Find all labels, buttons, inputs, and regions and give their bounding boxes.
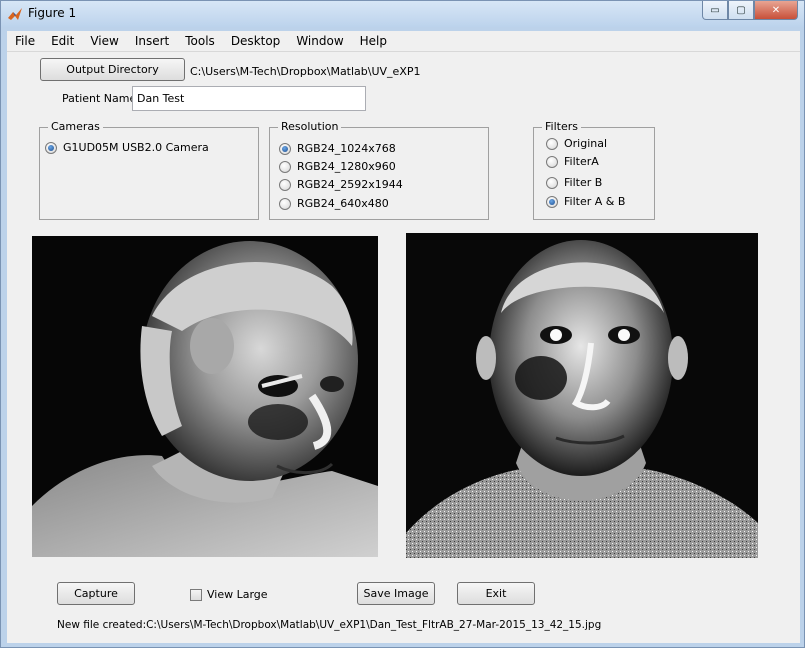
menu-file[interactable]: File xyxy=(7,31,43,52)
maximize-icon: ▢ xyxy=(736,4,746,16)
checkbox-box[interactable] xyxy=(190,588,202,601)
patient-name-label: Patient Name xyxy=(62,92,137,105)
filter-option-b[interactable]: Filter B xyxy=(546,176,602,189)
left-face-photo xyxy=(32,236,378,557)
exit-button[interactable]: Exit xyxy=(457,582,535,605)
capture-button[interactable]: Capture xyxy=(57,582,135,605)
window-controls: ▭ ▢ ✕ xyxy=(702,1,798,21)
radio-button[interactable] xyxy=(546,176,558,189)
figure-window: Figure 1 ▭ ▢ ✕ File Edit View Insert Too… xyxy=(0,0,805,648)
resolution-option-640x480[interactable]: RGB24_640x480 xyxy=(279,197,389,210)
camera-option-g1ud05m[interactable]: G1UD05M USB2.0 Camera xyxy=(45,141,209,154)
resolution-option-label: RGB24_2592x1944 xyxy=(297,178,403,191)
radio-button[interactable] xyxy=(546,137,558,150)
resolution-option-2592x1944[interactable]: RGB24_2592x1944 xyxy=(279,178,403,191)
filtered-image-panel xyxy=(406,233,758,558)
menu-bar: File Edit View Insert Tools Desktop Wind… xyxy=(7,31,800,52)
save-image-button[interactable]: Save Image xyxy=(357,582,435,605)
filter-option-label: Original xyxy=(564,137,608,150)
menu-edit[interactable]: Edit xyxy=(43,31,82,52)
matlab-logo-icon xyxy=(8,8,22,20)
radio-button[interactable] xyxy=(279,160,291,173)
resolution-option-label: RGB24_1280x960 xyxy=(297,160,396,173)
filters-group: Filters Original FilterA Filter B Filter… xyxy=(533,120,655,220)
menu-tools[interactable]: Tools xyxy=(177,31,223,52)
radio-button[interactable] xyxy=(279,197,291,210)
minimize-button[interactable]: ▭ xyxy=(702,1,728,20)
menu-insert[interactable]: Insert xyxy=(127,31,177,52)
original-image-panel xyxy=(32,236,378,557)
output-path-text: C:\Users\M-Tech\Dropbox\Matlab\UV_eXP1 xyxy=(190,65,421,78)
output-directory-button[interactable]: Output Directory xyxy=(40,58,185,81)
cameras-group: Cameras G1UD05M USB2.0 Camera xyxy=(39,120,259,220)
filter-option-a[interactable]: FilterA xyxy=(546,155,599,168)
camera-option-label: G1UD05M USB2.0 Camera xyxy=(63,141,209,154)
resolution-group: Resolution RGB24_1024x768 RGB24_1280x960… xyxy=(269,120,489,220)
radio-button[interactable] xyxy=(279,142,291,155)
close-icon: ✕ xyxy=(771,4,781,16)
resolution-option-label: RGB24_1024x768 xyxy=(297,142,396,155)
resolution-option-label: RGB24_640x480 xyxy=(297,197,389,210)
radio-button[interactable] xyxy=(45,141,57,154)
resolution-option-1280x960[interactable]: RGB24_1280x960 xyxy=(279,160,396,173)
filter-option-label: Filter A & B xyxy=(564,195,626,208)
cameras-group-title: Cameras xyxy=(48,120,103,133)
status-text: New file created:C:\Users\M-Tech\Dropbox… xyxy=(57,619,602,631)
filter-option-a-and-b[interactable]: Filter A & B xyxy=(546,195,625,208)
filter-option-label: Filter B xyxy=(564,176,603,189)
radio-button[interactable] xyxy=(546,155,558,168)
view-large-checkbox[interactable]: View Large xyxy=(190,588,268,601)
right-face-photo xyxy=(406,233,758,558)
resolution-group-title: Resolution xyxy=(278,120,342,133)
maximize-button[interactable]: ▢ xyxy=(728,1,754,20)
figure-client-area: Output Directory C:\Users\M-Tech\Dropbox… xyxy=(7,52,800,643)
radio-button[interactable] xyxy=(546,195,558,208)
radio-button[interactable] xyxy=(279,178,291,191)
filters-group-title: Filters xyxy=(542,120,581,133)
filter-option-original[interactable]: Original xyxy=(546,137,607,150)
menu-window[interactable]: Window xyxy=(288,31,351,52)
patient-name-input[interactable]: Dan Test xyxy=(132,86,366,111)
minimize-icon: ▭ xyxy=(710,4,720,16)
menu-help[interactable]: Help xyxy=(352,31,395,52)
view-large-label: View Large xyxy=(207,588,268,601)
menu-view[interactable]: View xyxy=(82,31,126,52)
resolution-option-1024x768[interactable]: RGB24_1024x768 xyxy=(279,142,396,155)
title-bar[interactable]: Figure 1 ▭ ▢ ✕ xyxy=(1,1,804,27)
window-title: Figure 1 xyxy=(28,6,77,20)
filter-option-label: FilterA xyxy=(564,155,599,168)
close-button[interactable]: ✕ xyxy=(754,1,798,20)
menu-desktop[interactable]: Desktop xyxy=(223,31,289,52)
